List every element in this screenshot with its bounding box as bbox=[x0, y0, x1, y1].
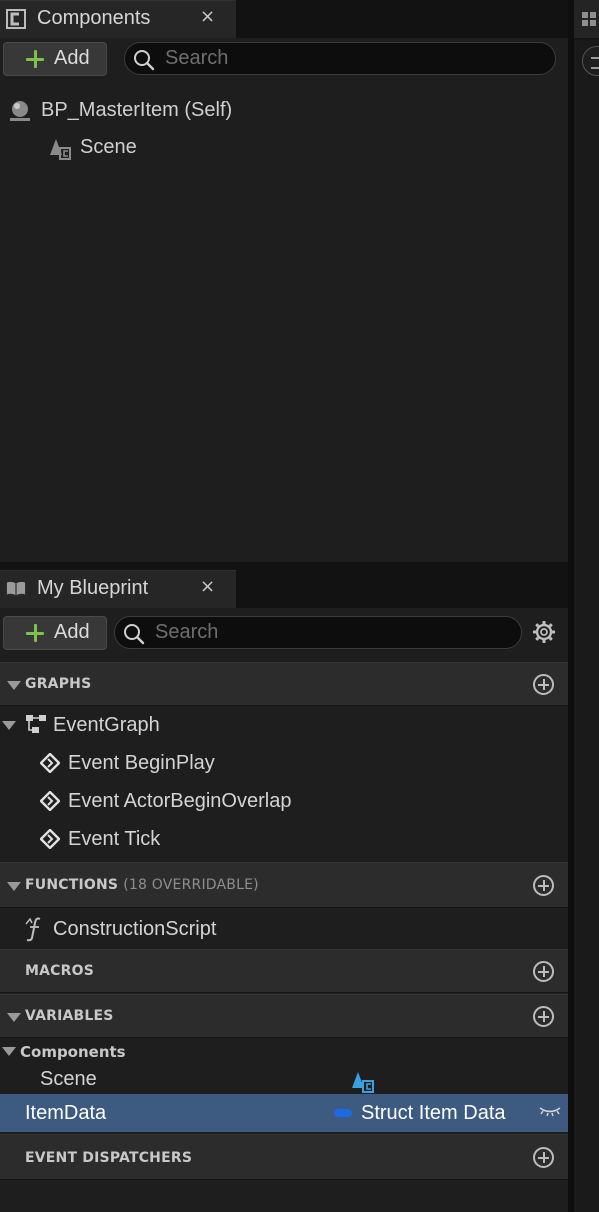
components-tab-icon bbox=[6, 9, 26, 29]
component-label: BP_MasterItem (Self) bbox=[41, 99, 233, 121]
variable-item[interactable]: Scene bbox=[0, 1065, 568, 1095]
close-icon[interactable]: × bbox=[200, 6, 215, 27]
add-component-button[interactable]: Add bbox=[3, 42, 107, 76]
event-label: Event ActorBeginOverlap bbox=[68, 790, 292, 812]
blueprint-search-input[interactable] bbox=[155, 618, 515, 647]
components-tab-title: Components bbox=[37, 7, 151, 29]
components-search-input[interactable] bbox=[165, 44, 545, 73]
search-icon bbox=[134, 50, 155, 71]
section-title: VARIABLES bbox=[25, 1008, 114, 1024]
event-item[interactable]: Event ActorBeginOverlap bbox=[0, 783, 568, 819]
my-blueprint-panel: My Blueprint × Add GRAPHS bbox=[0, 570, 568, 1212]
collapse-arrow-icon[interactable] bbox=[7, 882, 21, 891]
layout-grid-icon[interactable] bbox=[582, 12, 596, 26]
graph-label: EventGraph bbox=[53, 714, 160, 736]
component-tree-item[interactable]: Scene bbox=[0, 131, 568, 165]
graph-item-eventgraph[interactable]: EventGraph bbox=[0, 707, 568, 743]
section-variables[interactable]: VARIABLES bbox=[0, 994, 568, 1038]
variable-item-selected[interactable]: ItemData Struct Item Data bbox=[0, 1094, 568, 1132]
components-tabbar: Components × bbox=[0, 0, 568, 38]
collapse-arrow-icon[interactable] bbox=[2, 721, 16, 730]
struct-type-pill-icon bbox=[334, 1109, 352, 1117]
event-diamond-icon bbox=[40, 791, 60, 811]
tab-my-blueprint[interactable]: My Blueprint × bbox=[0, 570, 236, 608]
collapse-arrow-icon[interactable] bbox=[7, 681, 21, 690]
components-panel: Components × Add BP_MasterItem (Self) Sc… bbox=[0, 0, 568, 562]
section-title: FUNCTIONS (18 OVERRIDABLE) bbox=[25, 877, 259, 893]
functions-title: FUNCTIONS bbox=[25, 877, 119, 893]
component-tree-item[interactable]: BP_MasterItem (Self) bbox=[0, 94, 568, 128]
collapse-arrow-icon[interactable] bbox=[7, 1013, 21, 1022]
add-variable-icon[interactable] bbox=[533, 1006, 554, 1027]
function-icon bbox=[25, 917, 41, 942]
blueprint-search[interactable] bbox=[114, 616, 522, 649]
functions-overridable-count: (18 OVERRIDABLE) bbox=[123, 877, 259, 893]
section-event-dispatchers[interactable]: EVENT DISPATCHERS bbox=[0, 1134, 568, 1180]
variable-type-label: Struct Item Data bbox=[361, 1102, 506, 1124]
add-member-button[interactable]: Add bbox=[3, 616, 107, 650]
event-item[interactable]: Event Tick bbox=[0, 821, 568, 857]
section-functions[interactable]: FUNCTIONS (18 OVERRIDABLE) bbox=[0, 862, 568, 908]
plus-icon bbox=[24, 48, 46, 70]
search-icon bbox=[124, 624, 145, 645]
category-label: Components bbox=[20, 1043, 126, 1061]
scene-component-type-icon bbox=[352, 1072, 374, 1093]
variable-category-components[interactable]: Components bbox=[0, 1039, 568, 1065]
collapse-arrow-icon[interactable] bbox=[2, 1047, 16, 1056]
event-diamond-icon bbox=[40, 753, 60, 773]
component-label: Scene bbox=[80, 136, 137, 158]
eye-closed-icon[interactable] bbox=[538, 1104, 562, 1118]
event-diamond-icon bbox=[40, 829, 60, 849]
variable-label: ItemData bbox=[25, 1102, 107, 1124]
actor-sphere-icon bbox=[10, 101, 30, 121]
viewport-edge bbox=[568, 0, 599, 1212]
viewport-area[interactable] bbox=[574, 40, 599, 1212]
close-icon[interactable]: × bbox=[200, 576, 215, 597]
add-graph-icon[interactable] bbox=[533, 674, 554, 695]
section-macros[interactable]: MACROS bbox=[0, 949, 568, 993]
gear-icon[interactable] bbox=[532, 620, 556, 644]
event-label: Event BeginPlay bbox=[68, 752, 215, 774]
panel-divider[interactable] bbox=[0, 562, 568, 570]
add-event-dispatcher-icon[interactable] bbox=[533, 1147, 554, 1168]
section-graphs[interactable]: GRAPHS bbox=[0, 662, 568, 706]
function-item[interactable]: ConstructionScript bbox=[0, 910, 568, 948]
plus-icon bbox=[24, 622, 46, 644]
my-blueprint-tab-title: My Blueprint bbox=[37, 577, 149, 599]
add-macro-icon[interactable] bbox=[533, 961, 554, 982]
event-label: Event Tick bbox=[68, 828, 161, 850]
section-title: GRAPHS bbox=[25, 676, 92, 692]
function-label: ConstructionScript bbox=[53, 918, 217, 940]
variable-label: Scene bbox=[40, 1068, 97, 1090]
my-blueprint-tabbar: My Blueprint × bbox=[0, 570, 568, 608]
add-component-label: Add bbox=[54, 47, 90, 69]
section-title: EVENT DISPATCHERS bbox=[25, 1150, 193, 1166]
event-graph-icon bbox=[26, 715, 46, 733]
section-title: MACROS bbox=[25, 963, 95, 979]
scene-component-icon bbox=[50, 139, 71, 160]
tab-components[interactable]: Components × bbox=[0, 0, 236, 38]
add-function-icon[interactable] bbox=[533, 875, 554, 896]
event-item[interactable]: Event BeginPlay bbox=[0, 745, 568, 781]
add-member-label: Add bbox=[54, 621, 90, 643]
components-search[interactable] bbox=[124, 42, 556, 75]
book-icon bbox=[6, 581, 26, 596]
